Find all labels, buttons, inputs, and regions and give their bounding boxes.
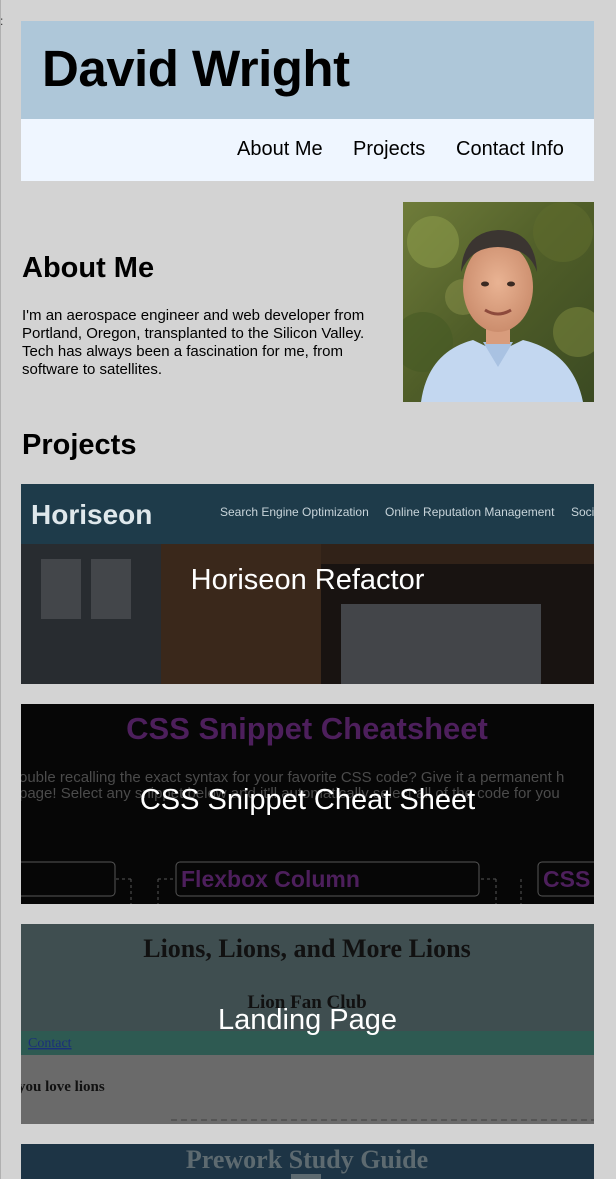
left-border-line [0, 0, 1, 1179]
project-card-landing-page[interactable]: Lions, Lions, and More Lions Lion Fan Cl… [21, 924, 594, 1124]
horiseon-nav-2: Online Reputation Management [385, 505, 555, 519]
projects-heading: Projects [22, 429, 137, 461]
project-card-horiseon[interactable]: Horiseon Search Engine Optimization Onli… [21, 484, 594, 684]
landing-thumb-text: you love lions [21, 1079, 105, 1095]
about-heading: About Me [22, 252, 155, 284]
horiseon-nav-1: Search Engine Optimization [220, 505, 369, 519]
nav-link-about[interactable]: About Me [237, 139, 323, 159]
nav-link-projects[interactable]: Projects [353, 139, 425, 159]
project-label: Landing Page [218, 1004, 397, 1036]
edge-mark: : [0, 14, 4, 28]
project-card-css-snippet[interactable]: CSS Snippet Cheatsheet ouble recalling t… [21, 704, 594, 904]
project-card-prework[interactable]: Prework Study Guide [21, 1144, 594, 1179]
css-thumb-box-right: CSS [543, 866, 590, 892]
horiseon-brand: Horiseon [31, 499, 152, 530]
project-label: CSS Snippet Cheat Sheet [139, 784, 476, 816]
landing-thumb-title: Lions, Lions, and More Lions [143, 934, 471, 963]
main-nav: About Me Projects Contact Info [21, 119, 594, 181]
project-label: Horiseon Refactor [190, 564, 425, 596]
site-header: David Wright [21, 21, 594, 119]
site-title: David Wright [42, 40, 350, 97]
profile-photo [403, 202, 594, 402]
css-thumb-title: CSS Snippet Cheatsheet [126, 711, 488, 746]
about-text: I'm an aerospace engineer and web develo… [22, 307, 365, 378]
horiseon-nav-3: Soci [571, 505, 594, 519]
nav-link-contact[interactable]: Contact Info [456, 139, 564, 159]
css-thumb-box-mid: Flexbox Column [181, 866, 360, 892]
landing-thumb-link: Contact [28, 1036, 72, 1051]
prework-thumb-title: Prework Study Guide [186, 1145, 428, 1174]
